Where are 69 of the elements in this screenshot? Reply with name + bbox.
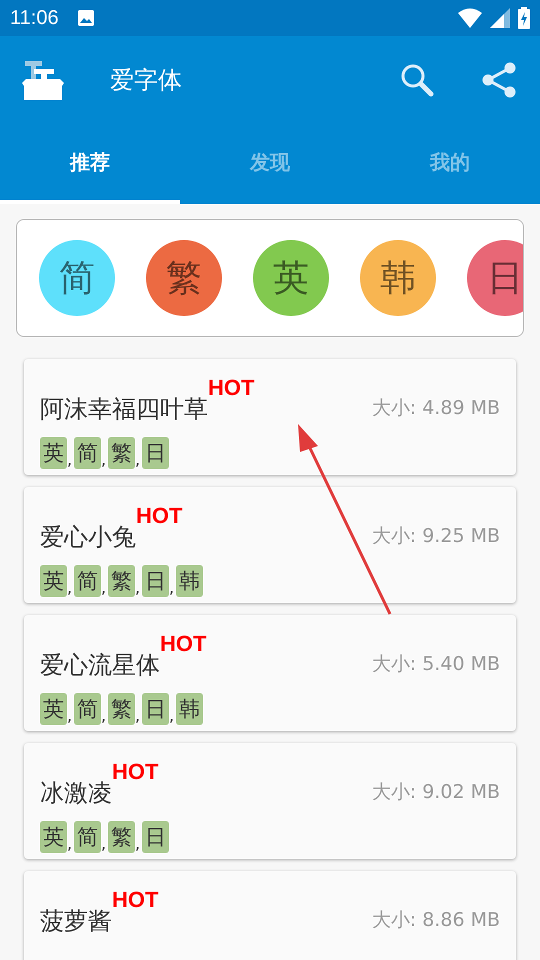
language-tag: 日 — [142, 821, 169, 853]
separator: , — [101, 706, 108, 725]
logo-icon — [22, 59, 64, 101]
language-tag: 简 — [74, 565, 101, 597]
language-tag: 简 — [74, 693, 101, 725]
language-button[interactable]: 韩 — [360, 240, 436, 316]
language-tag: 日 — [142, 437, 169, 469]
language-tag: 繁 — [108, 437, 135, 469]
hot-label: HOT — [208, 375, 254, 401]
separator: , — [135, 578, 142, 597]
hot-label: HOT — [136, 503, 182, 529]
battery-icon — [518, 7, 530, 29]
font-card[interactable]: 冰激凌 HOT 大小: 9.02 MB 英, 简, 繁, 日 — [24, 743, 516, 859]
language-tag: 韩 — [176, 693, 203, 725]
separator: , — [101, 450, 108, 469]
hot-label: HOT — [160, 631, 206, 657]
search-icon[interactable] — [400, 63, 434, 97]
tab[interactable]: 发现 — [180, 124, 360, 204]
language-tag: 英 — [40, 437, 67, 469]
font-card[interactable]: 阿沫幸福四叶草 HOT 大小: 4.89 MB 英, 简, 繁, 日 — [24, 359, 516, 475]
language-tag: 繁 — [108, 821, 135, 853]
language-tag: 日 — [142, 565, 169, 597]
separator: , — [169, 706, 176, 725]
separator: , — [169, 578, 176, 597]
font-name: 菠萝酱 — [40, 906, 112, 937]
font-card[interactable]: 菠萝酱 HOT 大小: 8.86 MB — [24, 871, 516, 960]
separator: , — [67, 578, 74, 597]
hot-label: HOT — [112, 759, 158, 785]
language-tag: 英 — [40, 821, 67, 853]
font-size: 大小: 9.25 MB — [372, 524, 500, 549]
tab[interactable]: 推荐 — [0, 124, 180, 204]
font-size: 大小: 9.02 MB — [372, 780, 500, 805]
language-button[interactable]: 日 — [467, 240, 523, 316]
hot-label: HOT — [112, 887, 158, 913]
font-card[interactable]: 爱心小兔 HOT 大小: 9.25 MB 英, 简, 繁, 日, 韩 — [24, 487, 516, 603]
font-size: 大小: 4.89 MB — [372, 396, 500, 421]
separator: , — [135, 706, 142, 725]
language-button[interactable]: 繁 — [146, 240, 222, 316]
language-tag: 日 — [142, 693, 169, 725]
image-icon — [76, 9, 95, 27]
language-tag: 英 — [40, 565, 67, 597]
separator: , — [67, 450, 74, 469]
font-card[interactable]: 爱心流星体 HOT 大小: 5.40 MB 英, 简, 繁, 日, 韩 — [24, 615, 516, 731]
separator: , — [67, 834, 74, 853]
language-tag: 繁 — [108, 693, 135, 725]
font-name: 冰激凌 — [40, 778, 112, 809]
tab[interactable]: 我的 — [360, 124, 540, 204]
language-button[interactable]: 简 — [39, 240, 115, 316]
share-icon[interactable] — [482, 62, 516, 98]
font-size: 大小: 8.86 MB — [372, 908, 500, 933]
font-name: 爱心小兔 — [40, 522, 136, 553]
separator: , — [101, 578, 108, 597]
separator: , — [67, 706, 74, 725]
language-tag: 简 — [74, 821, 101, 853]
separator: , — [101, 834, 108, 853]
font-name: 阿沫幸福四叶草 — [40, 394, 208, 425]
separator: , — [135, 834, 142, 853]
font-size: 大小: 5.40 MB — [372, 652, 500, 677]
language-tag: 繁 — [108, 565, 135, 597]
language-button[interactable]: 英 — [253, 240, 329, 316]
status-time: 11:06 — [10, 6, 59, 30]
language-tag: 简 — [74, 437, 101, 469]
wifi-icon — [458, 8, 482, 28]
language-tag: 英 — [40, 693, 67, 725]
signal-icon — [490, 8, 510, 28]
separator: , — [135, 450, 142, 469]
language-tag: 韩 — [176, 565, 203, 597]
font-name: 爱心流星体 — [40, 650, 160, 681]
app-title: 爱字体 — [110, 65, 182, 96]
